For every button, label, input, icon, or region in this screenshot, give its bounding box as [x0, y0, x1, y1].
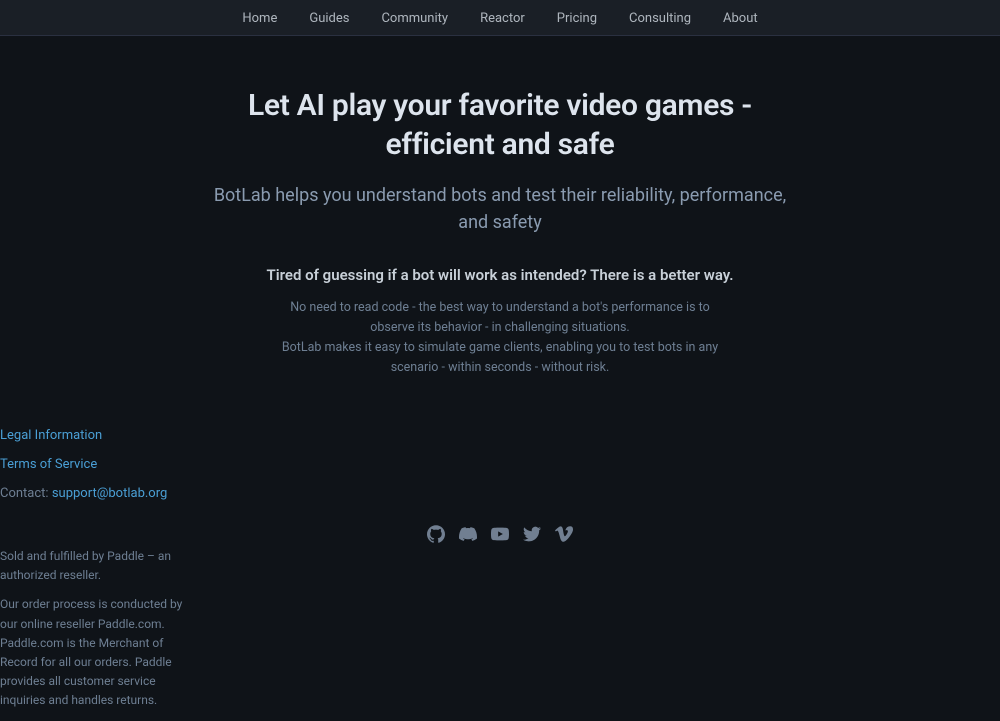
hero-subtitle: BotLab helps you understand bots and tes… [200, 182, 800, 236]
nav-link-home[interactable]: Home [242, 11, 277, 26]
youtube-icon [491, 525, 509, 543]
hero-desc-line2: BotLab makes it easy to simulate game cl… [282, 340, 718, 375]
terms-of-service-link[interactable]: Terms of Service [0, 457, 1000, 472]
footer-social-section [0, 501, 1000, 547]
nav-item-community[interactable]: Community [381, 10, 448, 26]
nav-item-about[interactable]: About [723, 10, 758, 26]
nav-link-pricing[interactable]: Pricing [557, 11, 597, 26]
vimeo-icon [555, 525, 573, 543]
hero-tagline: Tired of guessing if a bot will work as … [200, 266, 800, 284]
paddle-sold-text: Sold and fulfilled by Paddle – an author… [0, 547, 200, 585]
nav-link-consulting[interactable]: Consulting [629, 11, 691, 26]
nav-item-guides[interactable]: Guides [309, 10, 349, 26]
nav-item-consulting[interactable]: Consulting [629, 10, 691, 26]
social-links [427, 525, 573, 547]
contact-info: Contact: support@botlab.org [0, 486, 1000, 501]
hero-title: Let AI play your favorite video games - … [200, 86, 800, 164]
legal-information-link[interactable]: Legal Information [0, 428, 1000, 443]
nav-item-home[interactable]: Home [242, 10, 277, 26]
hero-desc-line1: No need to read code - the best way to u… [290, 300, 709, 335]
youtube-link[interactable] [491, 525, 509, 547]
main-nav: Home Guides Community Reactor Pricing Co… [0, 0, 1000, 36]
discord-icon [459, 525, 477, 543]
footer-right: Sold and fulfilled by Paddle – an author… [0, 547, 200, 711]
nav-item-pricing[interactable]: Pricing [557, 10, 597, 26]
contact-email-link[interactable]: support@botlab.org [52, 486, 167, 501]
main-content: Let AI play your favorite video games - … [0, 36, 1000, 428]
twitter-link[interactable] [523, 525, 541, 547]
github-icon [427, 525, 445, 543]
footer: Legal Information Terms of Service Conta… [0, 428, 1000, 711]
paddle-description-text: Our order process is conducted by our on… [0, 595, 200, 710]
hero-section: Let AI play your favorite video games - … [0, 36, 1000, 408]
nav-list: Home Guides Community Reactor Pricing Co… [242, 10, 757, 26]
twitter-icon [523, 525, 541, 543]
contact-label: Contact: [0, 486, 49, 501]
footer-left: Legal Information Terms of Service Conta… [0, 428, 1000, 501]
vimeo-link[interactable] [555, 525, 573, 547]
discord-link[interactable] [459, 525, 477, 547]
hero-description: No need to read code - the best way to u… [280, 298, 720, 378]
nav-link-community[interactable]: Community [381, 11, 448, 26]
nav-item-reactor[interactable]: Reactor [480, 10, 525, 26]
nav-link-reactor[interactable]: Reactor [480, 11, 525, 26]
github-link[interactable] [427, 525, 445, 547]
nav-link-about[interactable]: About [723, 11, 758, 26]
nav-link-guides[interactable]: Guides [309, 11, 349, 26]
